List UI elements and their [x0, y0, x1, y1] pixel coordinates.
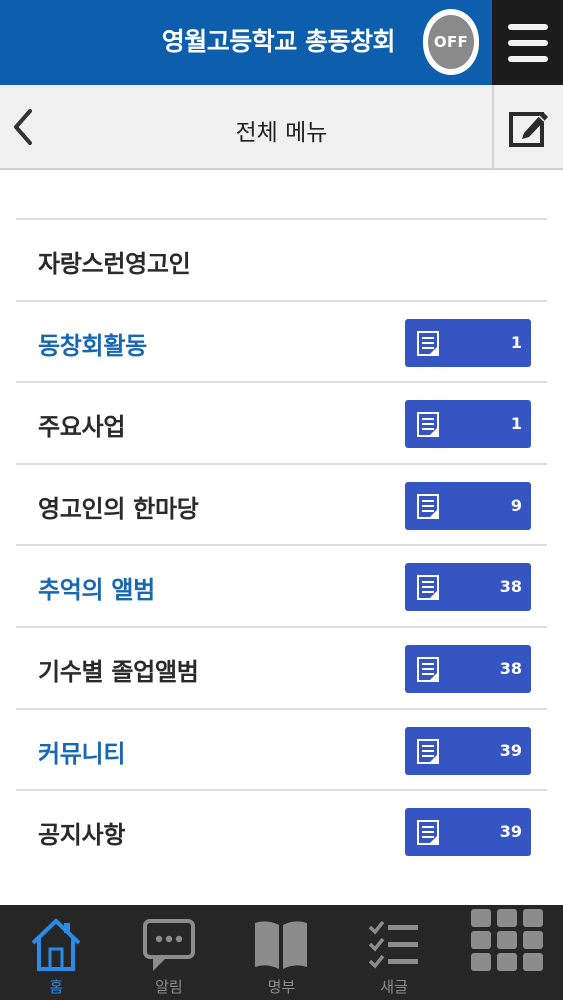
post-count-badge[interactable]: 39 [405, 726, 531, 775]
tab-label-directory: 명부 [267, 978, 296, 996]
edit-icon [508, 111, 548, 147]
menu-list: 자랑스런영고인 동창회활동 1 주요사업 1 영고인의 한마당 9 추억의 앨범 38 기수별 졸… [16, 218, 547, 871]
menu-item[interactable]: 자랑스런영고인 [16, 218, 547, 300]
hamburger-menu-button[interactable] [492, 0, 563, 85]
app-title: 영월고등학교 총동창회 [161, 27, 396, 56]
post-count: 9 [510, 495, 522, 515]
document-icon [417, 330, 439, 356]
tab-directory[interactable]: 명부 [225, 905, 338, 1000]
document-icon [417, 412, 439, 438]
off-toggle-button[interactable]: OFF [420, 6, 482, 78]
document-icon [417, 820, 439, 846]
document-icon [417, 656, 439, 682]
menu-item-label: 주요사업 [38, 413, 126, 442]
document-icon [417, 575, 439, 601]
post-count-badge[interactable]: 38 [405, 563, 531, 612]
post-count: 1 [510, 414, 522, 434]
menu-item-label: 추억의 앨범 [38, 576, 155, 605]
checklist-icon [368, 920, 419, 969]
menu-item-label: 커뮤니티 [38, 739, 126, 768]
tab-new-posts[interactable]: 새글 [338, 905, 451, 1000]
tab-all-apps[interactable] [450, 905, 563, 1000]
document-icon [417, 738, 439, 764]
post-count-badge[interactable]: 1 [405, 400, 531, 449]
menu-item-label: 공지사항 [38, 821, 126, 850]
post-count: 38 [499, 658, 522, 678]
sub-header: 전체 메뉴 [0, 85, 563, 170]
tab-alerts[interactable]: 알림 [113, 905, 226, 1000]
bottom-tab-bar: 홈 알림 명부 새글 [0, 905, 563, 1000]
menu-item[interactable]: 영고인의 한마당 9 [16, 462, 547, 545]
tab-label-home: 홈 [49, 978, 64, 996]
tab-home[interactable]: 홈 [0, 905, 113, 1000]
post-count-badge[interactable]: 38 [405, 644, 531, 693]
off-label: OFF [428, 15, 474, 69]
menu-item[interactable]: 추억의 앨범 38 [16, 544, 547, 626]
menu-item-label: 기수별 졸업앨범 [38, 657, 199, 686]
post-count-badge[interactable]: 1 [405, 318, 531, 367]
post-count: 39 [499, 740, 522, 760]
page-title: 전체 메뉴 [235, 120, 328, 146]
book-icon [255, 921, 308, 969]
menu-item-label: 동창회활동 [38, 331, 147, 360]
menu-item[interactable]: 주요사업 1 [16, 381, 547, 463]
post-count: 1 [510, 332, 522, 352]
menu-item-label: 자랑스런영고인 [38, 250, 191, 278]
post-count: 38 [499, 577, 522, 597]
grid-icon [470, 909, 543, 971]
chat-bubble-icon [142, 919, 195, 971]
document-icon [417, 493, 439, 519]
post-count-badge[interactable]: 9 [405, 481, 531, 530]
post-count: 39 [499, 822, 522, 842]
menu-item[interactable]: 동창회활동 1 [16, 299, 547, 382]
hamburger-icon [507, 23, 548, 30]
menu-item[interactable]: 공지사항 39 [16, 789, 547, 871]
write-button[interactable] [492, 85, 563, 170]
post-count-badge[interactable]: 39 [405, 808, 531, 857]
menu-item[interactable]: 커뮤니티 39 [16, 707, 547, 790]
tab-label-new-posts: 새글 [380, 978, 408, 996]
menu-item[interactable]: 기수별 졸업앨범 38 [16, 625, 547, 708]
home-icon [31, 919, 81, 971]
app-header: 영월고등학교 총동창회 OFF [0, 0, 563, 85]
tab-label-alerts: 알림 [155, 978, 183, 996]
menu-item-label: 영고인의 한마당 [38, 494, 199, 523]
